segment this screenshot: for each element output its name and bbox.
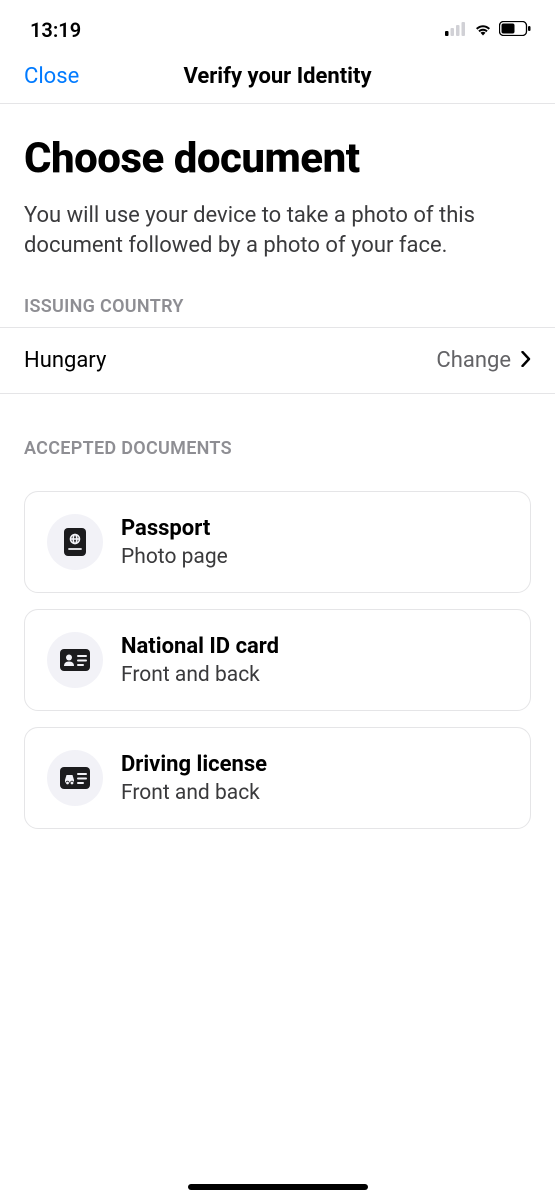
close-button[interactable]: Close bbox=[24, 64, 79, 89]
issuing-country-section-label: ISSUING COUNTRY bbox=[0, 296, 555, 327]
cellular-signal-icon bbox=[445, 21, 467, 40]
status-bar: 13:19 bbox=[0, 0, 555, 50]
document-option-title: National ID card bbox=[121, 634, 279, 659]
page-subtitle: You will use your device to take a photo… bbox=[0, 195, 555, 296]
id-card-icon bbox=[47, 632, 103, 688]
status-time: 13:19 bbox=[30, 18, 81, 42]
change-label: Change bbox=[436, 348, 511, 373]
document-option-passport[interactable]: Passport Photo page bbox=[24, 491, 531, 593]
document-option-driving-license[interactable]: Driving license Front and back bbox=[24, 727, 531, 829]
wifi-icon bbox=[473, 21, 493, 40]
page-title: Choose document bbox=[0, 104, 555, 195]
issuing-country-row[interactable]: Hungary Change bbox=[0, 327, 555, 394]
battery-icon bbox=[499, 21, 531, 40]
document-cards: Passport Photo page National ID card Fro… bbox=[0, 491, 555, 829]
document-option-subtitle: Front and back bbox=[121, 663, 279, 687]
passport-icon bbox=[47, 514, 103, 570]
home-indicator[interactable] bbox=[188, 1184, 368, 1190]
nav-title: Verify your Identity bbox=[0, 64, 555, 89]
document-option-subtitle: Photo page bbox=[121, 545, 228, 569]
document-option-title: Passport bbox=[121, 516, 228, 541]
driving-license-icon bbox=[47, 750, 103, 806]
document-option-national-id[interactable]: National ID card Front and back bbox=[24, 609, 531, 711]
document-option-subtitle: Front and back bbox=[121, 781, 267, 805]
main-content: Choose document You will use your device… bbox=[0, 104, 555, 829]
issuing-country-value: Hungary bbox=[24, 348, 106, 373]
nav-bar: Close Verify your Identity bbox=[0, 50, 555, 103]
status-icons bbox=[445, 21, 531, 40]
accepted-documents-section-label: ACCEPTED DOCUMENTS bbox=[0, 438, 555, 469]
change-country-action: Change bbox=[436, 348, 531, 373]
chevron-right-icon bbox=[521, 348, 531, 373]
document-option-title: Driving license bbox=[121, 752, 267, 777]
